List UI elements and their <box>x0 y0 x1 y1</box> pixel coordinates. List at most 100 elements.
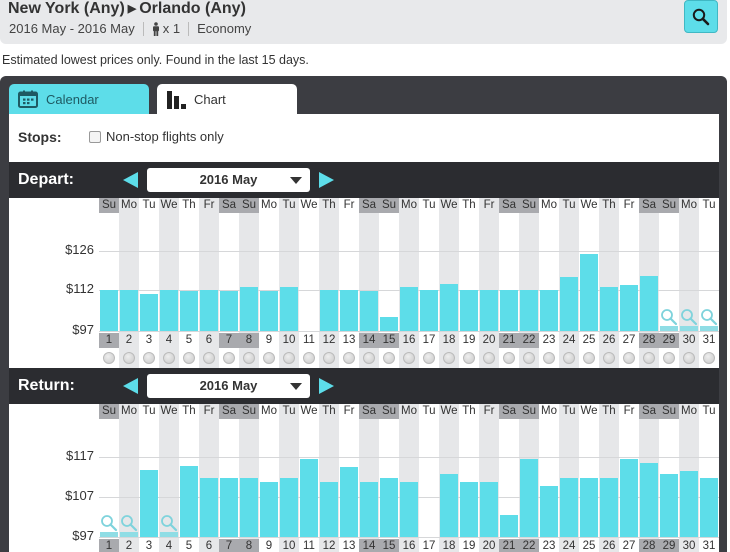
price-bar-day-20[interactable] <box>480 290 498 331</box>
day-number[interactable]: 20 <box>479 333 499 348</box>
price-bar-day-27[interactable] <box>620 285 638 331</box>
day-number[interactable]: 4 <box>159 539 179 552</box>
day-number[interactable]: 19 <box>459 539 479 552</box>
price-bar-day-16[interactable] <box>400 287 418 331</box>
price-bar-day-29[interactable] <box>660 474 678 537</box>
day-number[interactable]: 24 <box>559 333 579 348</box>
day-number[interactable]: 15 <box>379 333 399 348</box>
return-month-select[interactable]: 2016 May <box>147 374 310 398</box>
price-bar-day-8[interactable] <box>240 478 258 537</box>
day-select-radio[interactable] <box>343 352 355 364</box>
day-number[interactable]: 31 <box>699 539 719 552</box>
day-number[interactable]: 28 <box>639 333 659 348</box>
day-number[interactable]: 8 <box>239 539 259 552</box>
price-bar-day-5[interactable] <box>180 291 198 331</box>
price-bar-day-6[interactable] <box>200 290 218 331</box>
day-number[interactable]: 6 <box>199 333 219 348</box>
day-select-radio[interactable] <box>203 352 215 364</box>
price-bar-day-19[interactable] <box>460 482 478 537</box>
day-select-radio[interactable] <box>423 352 435 364</box>
price-bar-day-2[interactable] <box>120 290 138 331</box>
search-button[interactable] <box>684 0 718 33</box>
price-bar-day-13[interactable] <box>340 290 358 331</box>
nonstop-checkbox[interactable] <box>89 131 101 143</box>
price-bar-day-22[interactable] <box>520 459 538 537</box>
day-number[interactable]: 12 <box>319 539 339 552</box>
price-bar-day-7[interactable] <box>220 291 238 331</box>
day-number[interactable]: 21 <box>499 333 519 348</box>
day-number[interactable]: 31 <box>699 333 719 348</box>
day-number[interactable]: 17 <box>419 333 439 348</box>
price-bar-day-9[interactable] <box>260 482 278 537</box>
day-number[interactable]: 16 <box>399 333 419 348</box>
day-number[interactable]: 14 <box>359 333 379 348</box>
day-select-radio[interactable] <box>243 352 255 364</box>
price-bar-day-28[interactable] <box>640 276 658 331</box>
price-bar-day-18[interactable] <box>440 284 458 331</box>
depart-prev-month-button[interactable] <box>123 172 138 188</box>
day-number[interactable]: 4 <box>159 333 179 348</box>
price-bar-day-24[interactable] <box>560 277 578 331</box>
day-number[interactable]: 26 <box>599 539 619 552</box>
day-select-radio[interactable] <box>523 352 535 364</box>
price-bar-day-15[interactable] <box>380 478 398 537</box>
day-number[interactable]: 16 <box>399 539 419 552</box>
price-bar-day-7[interactable] <box>220 478 238 537</box>
day-number[interactable]: 10 <box>279 333 299 348</box>
day-number[interactable]: 22 <box>519 333 539 348</box>
day-number[interactable]: 30 <box>679 333 699 348</box>
day-number[interactable]: 7 <box>219 333 239 348</box>
day-number[interactable]: 19 <box>459 333 479 348</box>
day-select-radio[interactable] <box>263 352 275 364</box>
price-bar-day-19[interactable] <box>460 290 478 331</box>
day-number[interactable]: 17 <box>419 539 439 552</box>
price-bar-day-1[interactable] <box>100 290 118 331</box>
day-number[interactable]: 6 <box>199 539 219 552</box>
price-bar-day-13[interactable] <box>340 467 358 537</box>
no-data-search-button[interactable] <box>680 303 698 331</box>
price-bar-day-23[interactable] <box>540 290 558 331</box>
day-number[interactable]: 1 <box>99 333 119 348</box>
price-bar-day-22[interactable] <box>520 290 538 331</box>
price-bar-day-21[interactable] <box>500 290 518 331</box>
day-select-radio[interactable] <box>383 352 395 364</box>
day-select-radio[interactable] <box>183 352 195 364</box>
price-bar-day-14[interactable] <box>360 482 378 537</box>
depart-month-select[interactable]: 2016 May <box>147 168 310 192</box>
day-select-radio[interactable] <box>163 352 175 364</box>
day-select-radio[interactable] <box>623 352 635 364</box>
nonstop-checkbox-label[interactable]: Non-stop flights only <box>106 129 224 144</box>
day-select-radio[interactable] <box>443 352 455 364</box>
day-select-radio[interactable] <box>483 352 495 364</box>
day-number[interactable]: 14 <box>359 539 379 552</box>
price-bar-day-21[interactable] <box>500 515 518 537</box>
price-bar-day-12[interactable] <box>320 482 338 537</box>
price-bar-day-23[interactable] <box>540 486 558 537</box>
day-number[interactable]: 21 <box>499 539 519 552</box>
day-select-radio[interactable] <box>123 352 135 364</box>
day-number[interactable]: 28 <box>639 539 659 552</box>
day-select-radio[interactable] <box>683 352 695 364</box>
price-bar-day-5[interactable] <box>180 466 198 537</box>
price-bar-day-24[interactable] <box>560 478 578 537</box>
day-number[interactable]: 3 <box>139 539 159 552</box>
depart-next-month-button[interactable] <box>319 172 334 188</box>
day-number[interactable]: 9 <box>259 539 279 552</box>
day-number[interactable]: 3 <box>139 333 159 348</box>
day-number[interactable]: 5 <box>179 539 199 552</box>
day-number[interactable]: 23 <box>539 333 559 348</box>
day-number[interactable]: 25 <box>579 539 599 552</box>
day-select-radio[interactable] <box>463 352 475 364</box>
price-bar-day-12[interactable] <box>320 290 338 331</box>
day-number[interactable]: 2 <box>119 333 139 348</box>
day-number[interactable]: 7 <box>219 539 239 552</box>
day-number[interactable]: 18 <box>439 539 459 552</box>
price-bar-day-8[interactable] <box>240 287 258 331</box>
day-number[interactable]: 27 <box>619 539 639 552</box>
day-number[interactable]: 15 <box>379 539 399 552</box>
day-number[interactable]: 30 <box>679 539 699 552</box>
price-bar-day-3[interactable] <box>140 470 158 537</box>
no-data-search-button[interactable] <box>660 303 678 331</box>
day-number[interactable]: 12 <box>319 333 339 348</box>
price-bar-day-17[interactable] <box>420 290 438 331</box>
